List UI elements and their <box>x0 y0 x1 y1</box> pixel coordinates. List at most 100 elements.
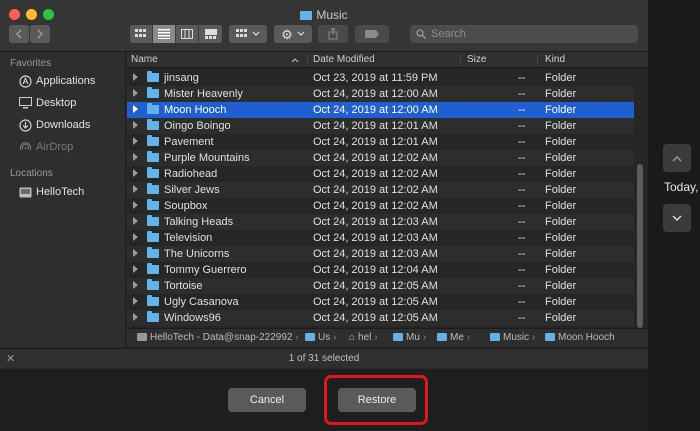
table-row[interactable]: Silver Jews Oct 24, 2019 at 12:02 AM -- Fol… <box>127 182 634 198</box>
airdrop-icon <box>18 140 32 154</box>
column-divider <box>537 54 538 66</box>
file-date: Oct 23, 2019 at 11:59 PM <box>313 72 438 84</box>
applications-icon <box>18 74 32 88</box>
disclosure-triangle-icon[interactable] <box>133 217 138 225</box>
disclosure-triangle-icon[interactable] <box>133 265 138 273</box>
table-row[interactable]: Talking Heads Oct 24, 2019 at 12:03 AM -- F… <box>127 214 634 230</box>
table-row[interactable]: Moon Hooch Oct 24, 2019 at 12:00 AM -- Fold… <box>127 102 634 118</box>
share-button[interactable] <box>318 25 348 43</box>
back-button[interactable] <box>9 25 29 43</box>
disclosure-triangle-icon[interactable] <box>133 313 138 321</box>
search-input[interactable] <box>431 28 631 40</box>
table-row[interactable]: Oingo Boingo Oct 24, 2019 at 12:01 AM -- Fo… <box>127 118 634 134</box>
path-segment-label: Moon Hooch <box>558 332 615 343</box>
gallery-view-icon[interactable] <box>199 25 222 43</box>
file-kind: Folder <box>545 312 577 324</box>
disclosure-triangle-icon[interactable] <box>133 89 138 97</box>
finder-window: Music ⚙ F <box>0 0 648 431</box>
list-view-icon[interactable] <box>153 25 176 43</box>
forward-button[interactable] <box>30 25 50 43</box>
disclosure-triangle-icon[interactable] <box>133 105 138 113</box>
disclosure-triangle-icon[interactable] <box>133 249 138 257</box>
disclosure-triangle-icon[interactable] <box>133 137 138 145</box>
path-segment[interactable]: Us › <box>305 332 336 343</box>
folder-icon <box>305 333 315 341</box>
status-bar: ✕ 1 of 31 selected <box>0 348 648 368</box>
path-chevron-icon: › <box>422 332 427 343</box>
disk-icon <box>137 333 147 341</box>
path-segment[interactable]: Mu › <box>393 332 426 343</box>
path-segment[interactable]: Me › <box>437 332 470 343</box>
tag-icon <box>365 30 379 38</box>
table-row[interactable]: Tortoise Oct 24, 2019 at 12:05 AM -- Folder <box>127 278 634 294</box>
column-name[interactable]: Name <box>131 54 158 65</box>
scroll-up-button[interactable] <box>663 144 691 172</box>
file-name: Ugly Casanova <box>164 296 239 308</box>
table-row[interactable]: jinsang Oct 23, 2019 at 11:59 PM -- Folder <box>127 70 634 86</box>
path-segment-label: Me <box>450 332 464 343</box>
action-menu-button[interactable]: ⚙ <box>274 25 312 43</box>
file-size: -- <box>518 216 526 228</box>
table-row[interactable]: Mister Heavenly Oct 24, 2019 at 12:00 AM -… <box>127 86 634 102</box>
folder-icon <box>147 119 159 130</box>
file-name: Oingo Boingo <box>164 120 231 132</box>
disclosure-triangle-icon[interactable] <box>133 281 138 289</box>
path-chevron-icon: › <box>466 332 471 343</box>
file-date: Oct 24, 2019 at 12:02 AM <box>313 200 438 212</box>
file-kind: Folder <box>545 136 577 148</box>
path-segment[interactable]: ⌂ hel › <box>349 332 378 343</box>
sidebar-item-airdrop[interactable]: AirDrop <box>18 138 73 156</box>
folder-icon <box>147 231 159 242</box>
disclosure-triangle-icon[interactable] <box>133 185 138 193</box>
desktop-icon <box>18 96 32 110</box>
file-kind: Folder <box>545 168 577 180</box>
table-row[interactable]: Pavement Oct 24, 2019 at 12:01 AM -- Folder <box>127 134 634 150</box>
sidebar-item-hellotech[interactable]: HelloTech <box>18 183 84 201</box>
file-kind: Folder <box>545 216 577 228</box>
disclosure-triangle-icon[interactable] <box>133 169 138 177</box>
path-segment[interactable]: HelloTech - Data@snap-222992 › <box>137 332 299 343</box>
sidebar-item-desktop[interactable]: Desktop <box>18 94 76 112</box>
search-field[interactable] <box>410 25 638 43</box>
disclosure-triangle-icon[interactable] <box>133 73 138 81</box>
disclosure-triangle-icon[interactable] <box>133 153 138 161</box>
scroll-down-button[interactable] <box>663 204 691 232</box>
chevron-down-icon <box>252 31 260 36</box>
sidebar: Favorites Applications Desktop Downloads… <box>0 52 126 348</box>
column-date-modified[interactable]: Date Modified <box>313 54 375 65</box>
today-label: Today, <box>664 180 699 194</box>
disclosure-triangle-icon[interactable] <box>133 297 138 305</box>
path-segment[interactable]: Moon Hooch <box>545 332 615 343</box>
cancel-button[interactable]: Cancel <box>228 388 306 412</box>
table-row[interactable]: Ugly Casanova Oct 24, 2019 at 12:05 AM -- F… <box>127 294 634 310</box>
table-row[interactable]: Soupbox Oct 24, 2019 at 12:02 AM -- Folder <box>127 198 634 214</box>
sidebar-item-applications[interactable]: Applications <box>18 72 95 90</box>
edit-tags-button[interactable] <box>355 25 389 43</box>
file-date: Oct 24, 2019 at 12:04 AM <box>313 264 438 276</box>
sidebar-item-downloads[interactable]: Downloads <box>18 116 90 134</box>
disclosure-triangle-icon[interactable] <box>133 201 138 209</box>
icon-view-icon[interactable] <box>130 25 153 43</box>
path-segment-label: Mu <box>406 332 420 343</box>
sidebar-item-label: Applications <box>36 75 96 87</box>
sidebar-item-label: HelloTech <box>36 186 85 198</box>
table-row[interactable]: Windows96 Oct 24, 2019 at 12:05 AM -- Folde… <box>127 310 634 326</box>
column-kind[interactable]: Kind <box>545 54 565 65</box>
table-row[interactable]: Tommy Guerrero Oct 24, 2019 at 12:04 AM --… <box>127 262 634 278</box>
path-segment[interactable]: Music › <box>490 332 535 343</box>
table-row[interactable]: Purple Mountains Oct 24, 2019 at 12:02 AM… <box>127 150 634 166</box>
file-kind: Folder <box>545 104 577 116</box>
table-row[interactable]: The Unicorns Oct 24, 2019 at 12:03 AM -- Fo… <box>127 246 634 262</box>
chevron-left-icon <box>15 29 22 39</box>
table-row[interactable]: Radiohead Oct 24, 2019 at 12:02 AM -- Folde… <box>127 166 634 182</box>
file-size: -- <box>518 136 526 148</box>
chevron-down-icon <box>672 215 682 221</box>
disclosure-triangle-icon[interactable] <box>133 121 138 129</box>
disclosure-triangle-icon[interactable] <box>133 233 138 241</box>
column-view-icon[interactable] <box>176 25 199 43</box>
table-row[interactable]: Television Oct 24, 2019 at 12:03 AM -- Fold… <box>127 230 634 246</box>
folder-icon <box>147 87 159 98</box>
column-size[interactable]: Size <box>467 54 486 65</box>
scrollbar[interactable] <box>637 164 643 328</box>
group-by-button[interactable] <box>229 25 267 43</box>
